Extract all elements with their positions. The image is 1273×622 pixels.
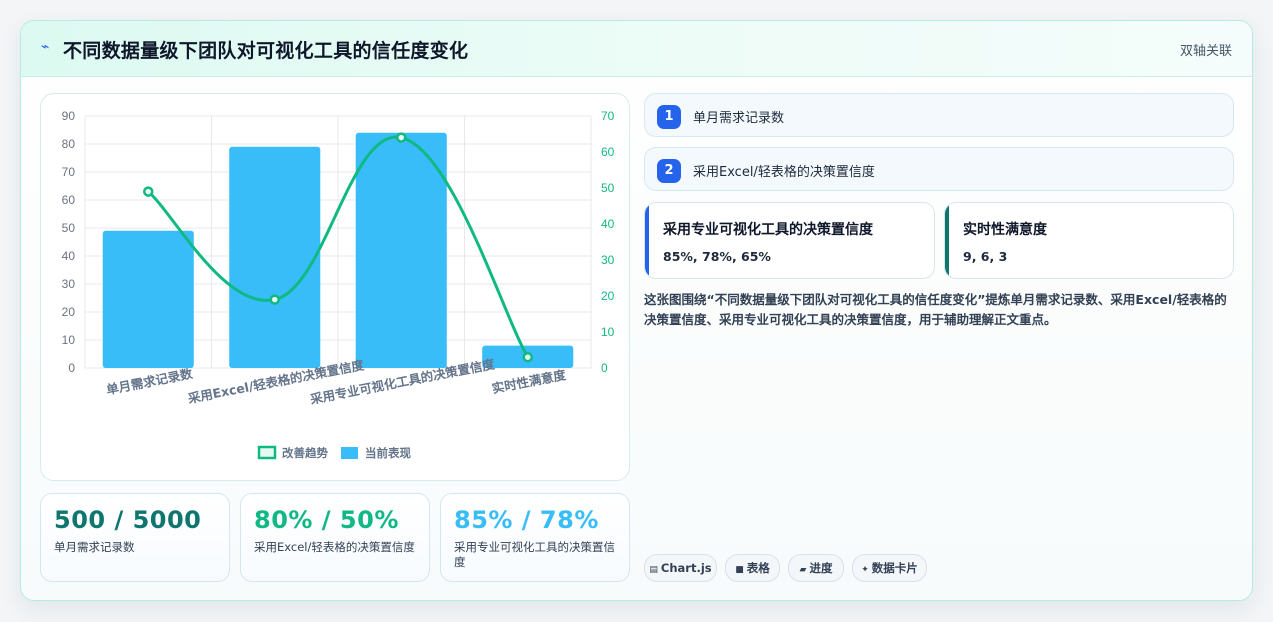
stat-card-1: 500 / 5000 单月需求记录数 [40, 493, 230, 582]
y-left-tick-label: 60 [62, 193, 76, 207]
info-card-values: 9, 6, 3 [963, 249, 1008, 264]
y-right-tick-label: 50 [601, 181, 615, 195]
y-right-tick-label: 60 [601, 145, 615, 159]
y-right-tick-label: 30 [601, 253, 615, 267]
y-right-tick-label: 20 [601, 289, 615, 303]
y-left-tick-label: 30 [62, 277, 76, 291]
y-left-tick-label: 80 [62, 137, 76, 151]
legend-swatch-trend [257, 445, 277, 460]
list-item: 1 单月需求记录数 [644, 93, 1234, 137]
stat-label: 采用Excel/轻表格的决策置信度 [254, 540, 415, 554]
chip-data-card: ✦ 数据卡片 [852, 554, 927, 582]
stat-value: 80% / 50% [254, 506, 399, 534]
y-left-tick-label: 40 [62, 249, 76, 263]
y-right-tick-label: 10 [601, 325, 615, 339]
bar [229, 146, 321, 368]
chip-label: Chart.js [660, 561, 712, 575]
info-card-values: 85%, 78%, 65% [663, 249, 771, 264]
y-left-tick-label: 70 [62, 165, 76, 179]
legend-swatch-bar [341, 447, 358, 459]
x-tick-label: 实时性满意度 [491, 367, 568, 396]
dashboard-card: ⌁ 不同数据量级下团队对可视化工具的信任度变化 双轴关联 0 10 20 30 40 50… [20, 20, 1253, 601]
info-card-title: 采用专业可视化工具的决策置信度 [663, 222, 873, 238]
legend-label-bar: 当前表现 [365, 446, 411, 460]
stat-card-2: 80% / 50% 采用Excel/轻表格的决策置信度 [240, 493, 430, 582]
chip-label: 数据卡片 [871, 561, 918, 575]
y-left-tick-label: 0 [68, 361, 75, 375]
y-right-tick-label: 40 [601, 217, 615, 231]
header-tag: 双轴关联 [1179, 44, 1232, 59]
x-tick-label: 单月需求记录数 [105, 366, 194, 398]
chip-label: 表格 [746, 561, 770, 575]
stat-label: 单月需求记录数 [54, 540, 135, 554]
step-number-badge: 1 [657, 105, 681, 129]
info-card-title: 实时性满意度 [963, 222, 1047, 238]
info-card-professional-tools: 采用专业可视化工具的决策置信度 85%, 78%, 65% [644, 202, 935, 279]
trend-point [269, 294, 280, 305]
chip-label: 进度 [809, 561, 833, 575]
trend-point [143, 186, 154, 197]
y-left-tick-label: 20 [62, 305, 76, 319]
combo-chart: 0 10 20 30 40 50 60 70 80 90 0 10 20 30 40 50 60 70 单月需求记录… [62, 109, 615, 460]
legend-label-trend: 改善趋势 [282, 446, 328, 460]
trend-point [396, 132, 407, 143]
table-icon: ■ [735, 565, 744, 575]
page-title: 不同数据量级下团队对可视化工具的信任度变化 [63, 40, 469, 62]
chip-progress: ▰ 进度 [788, 554, 844, 582]
progress-icon: ▰ [799, 565, 807, 575]
y-left-tick-label: 10 [62, 333, 76, 347]
list-item-label: 单月需求记录数 [693, 111, 785, 126]
stat-card-3: 85% / 78% 采用专业可视化工具的决策置信度 [440, 493, 630, 582]
y-left-tick-label: 50 [62, 221, 76, 235]
chip-table: ■ 表格 [725, 554, 780, 582]
chart-icon: ▤ [649, 565, 658, 575]
stat-label: 采用专业可视化工具的决策置信度 [454, 540, 615, 569]
card-icon: ✦ [861, 565, 869, 575]
trend-point [522, 351, 533, 363]
stat-value: 85% / 78% [454, 506, 599, 534]
step-number-badge: 2 [657, 159, 681, 183]
trend-icon: ⌁ [41, 39, 50, 55]
bar [102, 230, 194, 368]
card-accent-bar [645, 203, 649, 278]
chart-panel: 0 10 20 30 40 50 60 70 80 90 0 10 20 30 40 50 60 70 单月需求记录… [40, 93, 630, 481]
card-accent-bar [945, 203, 949, 278]
list-item-label: 采用Excel/轻表格的决策置信度 [693, 165, 875, 180]
list-item: 2 采用Excel/轻表格的决策置信度 [644, 147, 1234, 191]
chart-description: 这张图围绕“不同数据量级下团队对可视化工具的信任度变化”提炼单月需求记录数、采用… [644, 292, 1227, 327]
stat-value: 500 / 5000 [54, 506, 202, 534]
bar [355, 132, 447, 368]
y-right-tick-label: 70 [601, 109, 615, 123]
y-left-tick-label: 90 [62, 109, 76, 123]
info-card-realtime: 实时性满意度 9, 6, 3 [944, 202, 1234, 279]
chip-chartjs: ▤ Chart.js [644, 554, 717, 582]
y-right-tick-label: 0 [601, 361, 608, 375]
card-header: ⌁ 不同数据量级下团队对可视化工具的信任度变化 双轴关联 [21, 21, 1252, 77]
